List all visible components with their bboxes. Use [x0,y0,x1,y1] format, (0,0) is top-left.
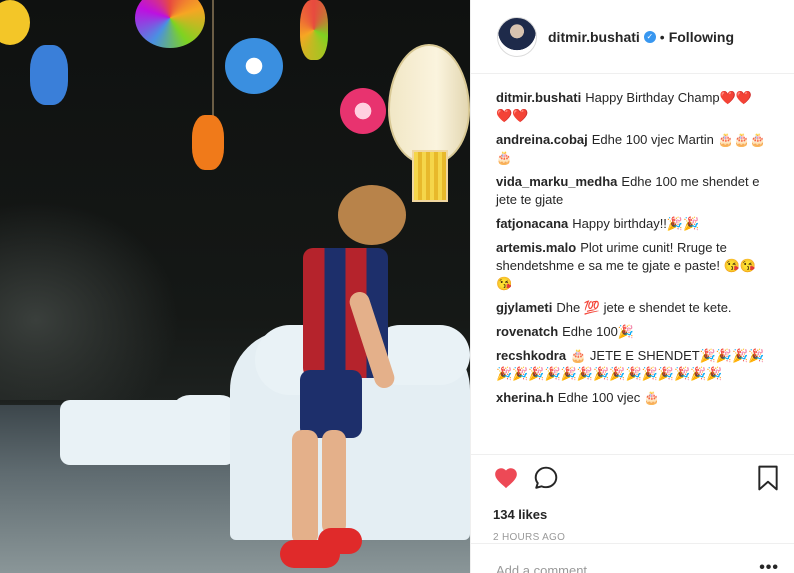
paper-flower [30,45,68,105]
post-sidebar: ditmir.bushati ✓ • Following ditmir.bush… [470,0,794,573]
avatar[interactable] [497,16,537,57]
bookmark-icon[interactable] [757,465,779,491]
paper-flower [225,38,283,94]
child-shorts [300,370,362,438]
comment-username[interactable]: fatjonacana [496,216,568,231]
paper-flower [340,88,386,134]
hot-air-balloon [388,44,470,164]
child-shoe [318,528,362,554]
comment-icon[interactable] [533,465,559,491]
paper-flower [192,115,224,170]
comment-text: Edhe 100🎉 [562,324,634,339]
more-options-icon[interactable]: ••• [759,560,779,573]
comment-item: recshkodra 🎂 JETE E SHENDET🎉🎉🎉🎉🎉🎉🎉🎉🎉🎉🎉🎉🎉🎉… [496,347,768,383]
likes-count[interactable]: 134 likes [493,507,779,522]
comments-list: ditmir.bushati Happy Birthday Champ❤️❤️❤️… [471,74,794,407]
comment-username[interactable]: artemis.malo [496,240,576,255]
post-timestamp[interactable]: 2 HOURS AGO [493,532,779,543]
following-button[interactable]: Following [669,29,734,45]
post-actions: 134 likes 2 HOURS AGO [471,454,794,543]
add-comment-input[interactable] [496,563,760,573]
comment-item: artemis.malo Plot urime cunit! Rruge te s… [496,239,768,293]
stage-light [0,200,180,400]
hanging-string [212,0,214,120]
action-icons [493,465,779,491]
heart-icon[interactable] [493,465,519,491]
comment-username[interactable]: andreina.cobaj [496,132,588,147]
balloon-basket [412,150,448,202]
child-leg [292,430,318,545]
comment-text: Happy birthday!!🎉🎉 [572,216,700,231]
comment-item: ditmir.bushati Happy Birthday Champ❤️❤️❤️… [496,89,768,125]
comment-username[interactable]: recshkodra [496,348,566,363]
comment-item: vida_marku_medha Edhe 100 me shendet e je… [496,173,768,209]
paper-flower [135,0,205,48]
post-header: ditmir.bushati ✓ • Following [471,0,794,74]
child-head [338,185,406,245]
comment-username[interactable]: gjylameti [496,300,552,315]
comment-username[interactable]: rovenatch [496,324,558,339]
verified-badge-icon: ✓ [643,30,656,43]
comment-username[interactable]: vida_marku_medha [496,174,617,189]
comment-text: Edhe 100 vjec 🎂 [557,390,660,405]
child-leg [322,430,346,535]
comment-username[interactable]: xherina.h [496,390,554,405]
paper-flower [0,0,30,45]
comment-username[interactable]: ditmir.bushati [496,90,581,105]
comment-text: Dhe 💯 jete e shendet te kete. [556,300,732,315]
comment-item: andreina.cobaj Edhe 100 vjec Martin 🎂🎂🎂🎂 [496,131,768,167]
comment-item: rovenatch Edhe 100🎉 [496,323,768,341]
header-username[interactable]: ditmir.bushati [548,29,640,45]
paper-flower [300,0,328,60]
comment-item: xherina.h Edhe 100 vjec 🎂 [496,389,768,407]
add-comment-bar: ••• [471,543,794,573]
post-photo[interactable] [0,0,470,573]
comment-item: gjylameti Dhe 💯 jete e shendet te kete. [496,299,768,317]
comment-item: fatjonacana Happy birthday!!🎉🎉 [496,215,768,233]
header-separator: • [659,28,665,45]
